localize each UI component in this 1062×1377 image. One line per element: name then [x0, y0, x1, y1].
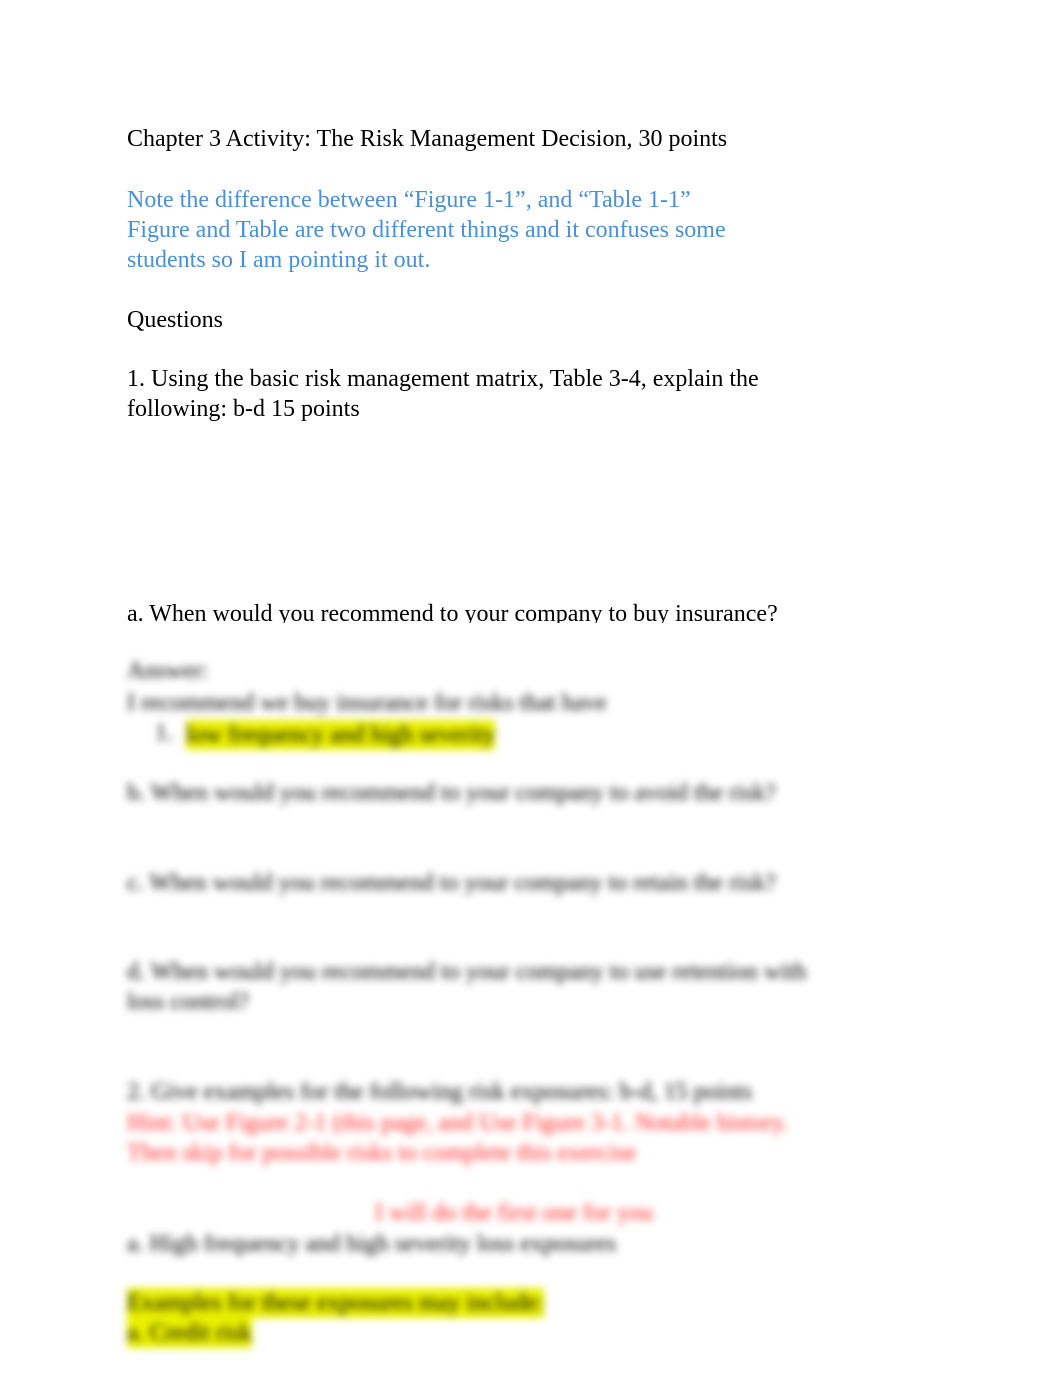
question-b: b. When would you recommend to your comp…: [127, 780, 776, 806]
question-2a: a. High frequency and high severity loss…: [127, 1231, 617, 1257]
examples-line-1: Examples for these exposures may include…: [127, 1288, 544, 1318]
hint-line-1: Hint: Use Figure 2-1 (this page, and Use…: [127, 1110, 788, 1136]
question-d-line-1: d. When would you recommend to your comp…: [127, 959, 807, 985]
answer-line: I recommend we buy insurance for risks t…: [127, 690, 607, 716]
hint-line-2: Then skip for possible risks to complete…: [127, 1140, 637, 1166]
answer-label: Answer:: [127, 658, 209, 684]
answer-bullet: 1.: [155, 720, 173, 746]
answer-highlight: low frequency and high severity: [186, 720, 496, 750]
blurred-content: Answer: I recommend we buy insurance for…: [0, 0, 1062, 1377]
first-one-note: I will do the first one for you: [375, 1200, 653, 1226]
question-c: c. When would you recommend to your comp…: [127, 870, 776, 896]
question-d-line-2: loss control?: [127, 989, 249, 1015]
question-2: 2. Give examples for the following risk …: [127, 1079, 753, 1105]
examples-line-2: a. Credit risk: [127, 1318, 252, 1348]
